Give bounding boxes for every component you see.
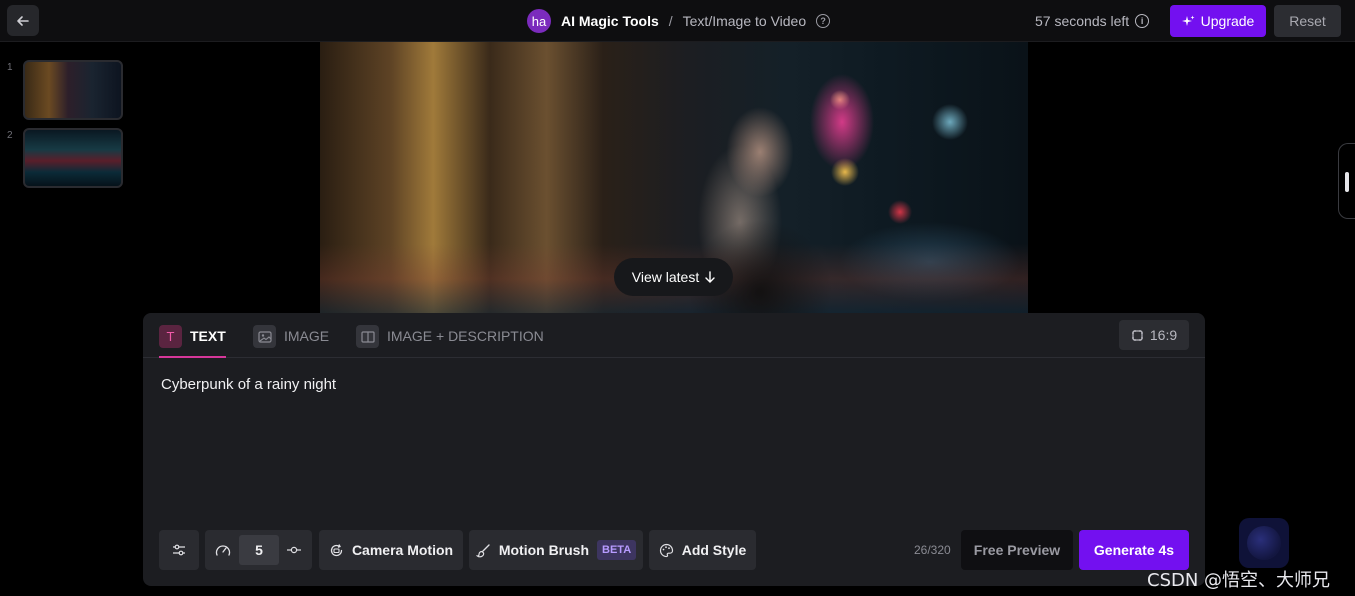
thumbnail-2[interactable]: [23, 128, 123, 188]
camera-motion-label: Camera Motion: [351, 542, 454, 558]
thumbnail-1[interactable]: [23, 60, 123, 120]
camera-motion-button[interactable]: Camera Motion: [319, 530, 463, 570]
beta-badge: BETA: [597, 540, 637, 560]
info-icon[interactable]: i: [1135, 14, 1150, 28]
aspect-ratio-label: 16:9: [1149, 327, 1178, 343]
back-button[interactable]: [7, 5, 39, 36]
aspect-ratio-button[interactable]: 16:9: [1119, 320, 1189, 350]
sliders-icon: [173, 544, 185, 556]
text-icon: T: [159, 325, 182, 348]
breadcrumb-separator: /: [668, 13, 673, 29]
help-icon[interactable]: ?: [816, 14, 831, 28]
motion-speed-control[interactable]: 5: [205, 530, 312, 570]
input-mode-tabs: T TEXT IMAGE IMAGE + DESCRIPTION 16:9: [143, 313, 1205, 358]
view-latest-label: View latest: [631, 269, 700, 285]
top-bar: ha AI Magic Tools / Text/Image to Video …: [0, 0, 1355, 42]
split-icon: [356, 325, 379, 348]
view-latest-button[interactable]: View latest: [614, 258, 733, 296]
arrow-down-icon: [705, 271, 715, 283]
image-icon: [253, 325, 276, 348]
thumbnail-index-2: 2: [7, 130, 13, 141]
motion-brush-button[interactable]: Motion Brush BETA: [469, 530, 643, 570]
generate-button[interactable]: Generate 4s: [1079, 530, 1189, 570]
side-drawer-handle[interactable]: [1338, 143, 1355, 219]
free-preview-button[interactable]: Free Preview: [961, 530, 1073, 570]
tab-image-label: IMAGE: [284, 328, 330, 344]
drawer-handle-knob: [1345, 172, 1349, 192]
tab-text[interactable]: T TEXT: [159, 325, 226, 358]
reset-button[interactable]: Reset: [1274, 5, 1341, 37]
palette-icon: [659, 543, 673, 557]
motion-brush-label: Motion Brush: [498, 542, 590, 558]
sparkle-icon: [1181, 15, 1195, 26]
page-title: Text/Image to Video: [682, 13, 807, 29]
character-count: 26/320: [914, 543, 951, 557]
upgrade-label: Upgrade: [1200, 13, 1255, 29]
speedometer-icon: [215, 545, 231, 556]
upgrade-button[interactable]: Upgrade: [1170, 5, 1266, 37]
assistant-orb-icon: [1247, 526, 1281, 560]
thumbnail-index-1: 1: [7, 62, 13, 73]
tab-image[interactable]: IMAGE: [253, 325, 329, 358]
watermark: CSDN @悟空、大师兄: [1147, 570, 1331, 591]
aspect-ratio-icon: [1131, 329, 1143, 341]
avatar[interactable]: ha: [527, 9, 551, 33]
add-style-button[interactable]: Add Style: [649, 530, 756, 570]
time-left-text: 57 seconds left: [1035, 13, 1130, 29]
arrow-left-icon: [17, 15, 29, 26]
tab-text-label: TEXT: [190, 328, 226, 344]
settings-button[interactable]: [159, 530, 199, 570]
assistant-orb-button[interactable]: [1239, 518, 1289, 568]
prompt-input[interactable]: Cyberpunk of a rainy night: [161, 376, 336, 393]
breadcrumb: ha AI Magic Tools / Text/Image to Video …: [527, 9, 831, 33]
tab-image-description-label: IMAGE + DESCRIPTION: [387, 328, 544, 344]
camera-motion-icon: [330, 543, 343, 556]
add-style-label: Add Style: [681, 542, 747, 558]
brush-icon: [475, 543, 490, 557]
slider-knob-icon: [287, 546, 301, 554]
motion-speed-value[interactable]: 5: [239, 535, 279, 565]
prompt-panel: T TEXT IMAGE IMAGE + DESCRIPTION 16:9 Cy…: [143, 313, 1205, 586]
time-left: 57 seconds left i: [1035, 13, 1150, 29]
brand-name[interactable]: AI Magic Tools: [561, 13, 659, 29]
tab-image-description[interactable]: IMAGE + DESCRIPTION: [356, 325, 544, 358]
